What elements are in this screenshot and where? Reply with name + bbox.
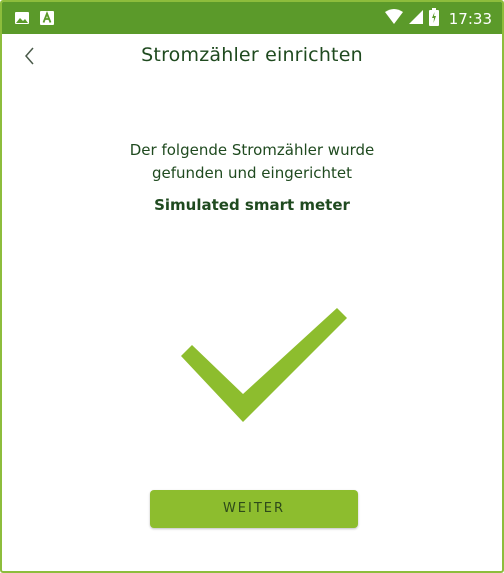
battery-icon xyxy=(428,8,439,30)
status-bar-notifications xyxy=(14,10,54,29)
status-bar-system: 17:33 xyxy=(384,8,492,30)
status-bar: 17:33 xyxy=(2,2,502,34)
wifi-icon xyxy=(384,9,403,29)
a-letter-icon xyxy=(40,10,54,29)
status-time: 17:33 xyxy=(448,10,492,28)
success-message-line-1: Der folgende Stromzähler wurde xyxy=(129,141,375,159)
meter-name: Simulated smart meter xyxy=(154,196,350,214)
continue-button[interactable]: WEITER xyxy=(150,490,358,528)
checkmark-icon xyxy=(177,302,347,427)
cell-signal-icon xyxy=(408,9,423,29)
success-message-line-2: gefunden und eingerichtet xyxy=(151,164,353,182)
image-icon xyxy=(14,10,30,29)
app-frame: 17:33 Stromzähler einrichten Der folgend… xyxy=(0,0,504,573)
app-bar: Stromzähler einrichten xyxy=(2,34,502,80)
page-title: Stromzähler einrichten xyxy=(141,44,363,66)
success-message: Der folgende Stromzähler wurde gefunden … xyxy=(62,139,442,185)
